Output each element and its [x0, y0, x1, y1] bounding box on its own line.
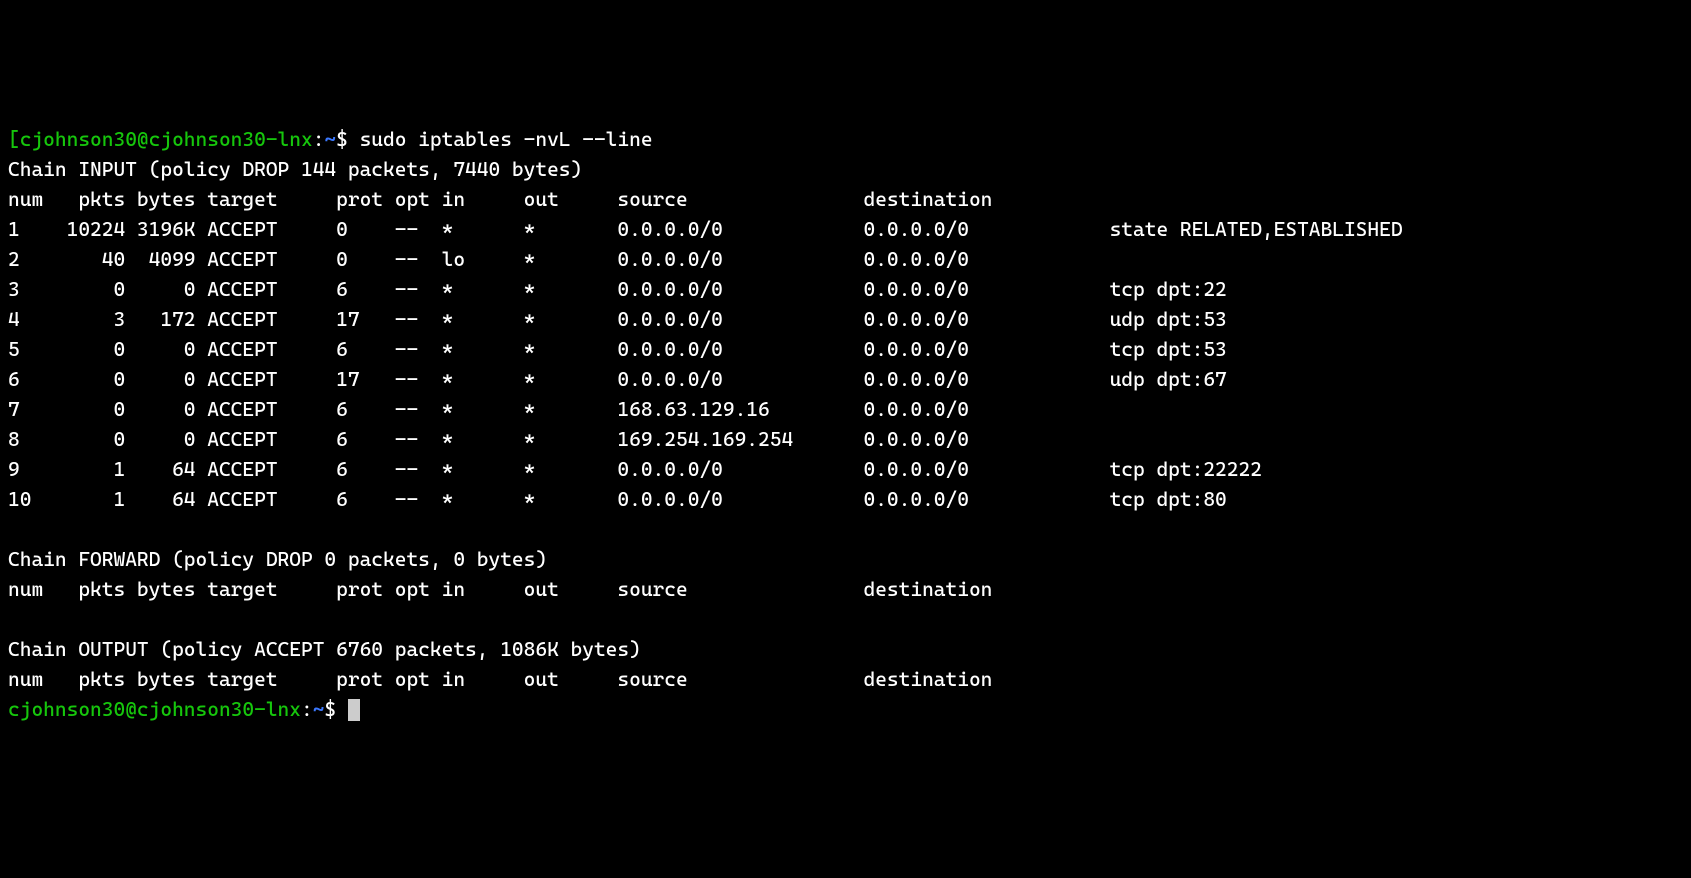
table-row: 3 0 0 ACCEPT 6 -- * * 0.0.0.0/0 0.0.0.0/… [8, 277, 1227, 301]
prompt-user-host: cjohnson30@cjohnson30-lnx [8, 697, 301, 721]
table-row: 10 1 64 ACCEPT 6 -- * * 0.0.0.0/0 0.0.0.… [8, 487, 1227, 511]
prompt-line-1: [cjohnson30@cjohnson30-lnx:~$ sudo iptab… [8, 127, 653, 151]
table-row: 8 0 0 ACCEPT 6 -- * * 169.254.169.254 0.… [8, 427, 1098, 451]
prompt-colon: : [301, 697, 313, 721]
terminal-output: [cjohnson30@cjohnson30-lnx:~$ sudo iptab… [8, 124, 1683, 724]
prompt-dollar: $ [336, 127, 359, 151]
prompt-path: ~ [324, 127, 336, 151]
table-row: 5 0 0 ACCEPT 6 -- * * 0.0.0.0/0 0.0.0.0/… [8, 337, 1227, 361]
prompt-bracket: [ [8, 127, 20, 151]
cursor-icon [348, 699, 360, 721]
columns-header: num pkts bytes target prot opt in out so… [8, 667, 1098, 691]
prompt-path: ~ [313, 697, 325, 721]
table-row: 6 0 0 ACCEPT 17 -- * * 0.0.0.0/0 0.0.0.0… [8, 367, 1227, 391]
columns-header: num pkts bytes target prot opt in out so… [8, 187, 1098, 211]
prompt-line-2[interactable]: cjohnson30@cjohnson30-lnx:~$ [8, 697, 360, 721]
chain-input-header: Chain INPUT (policy DROP 144 packets, 74… [8, 157, 582, 181]
prompt-colon: : [313, 127, 325, 151]
chain-forward-header: Chain FORWARD (policy DROP 0 packets, 0 … [8, 547, 547, 571]
columns-header: num pkts bytes target prot opt in out so… [8, 577, 1098, 601]
command-text: sudo iptables -nvL --line [360, 127, 653, 151]
prompt-user-host: cjohnson30@cjohnson30-lnx [20, 127, 313, 151]
table-row: 2 40 4099 ACCEPT 0 -- lo * 0.0.0.0/0 0.0… [8, 247, 1098, 271]
table-row: 7 0 0 ACCEPT 6 -- * * 168.63.129.16 0.0.… [8, 397, 1098, 421]
chain-output-header: Chain OUTPUT (policy ACCEPT 6760 packets… [8, 637, 641, 661]
table-row: 9 1 64 ACCEPT 6 -- * * 0.0.0.0/0 0.0.0.0… [8, 457, 1262, 481]
table-row: 1 10224 3196K ACCEPT 0 -- * * 0.0.0.0/0 … [8, 217, 1403, 241]
prompt-dollar: $ [324, 697, 347, 721]
table-row: 4 3 172 ACCEPT 17 -- * * 0.0.0.0/0 0.0.0… [8, 307, 1227, 331]
